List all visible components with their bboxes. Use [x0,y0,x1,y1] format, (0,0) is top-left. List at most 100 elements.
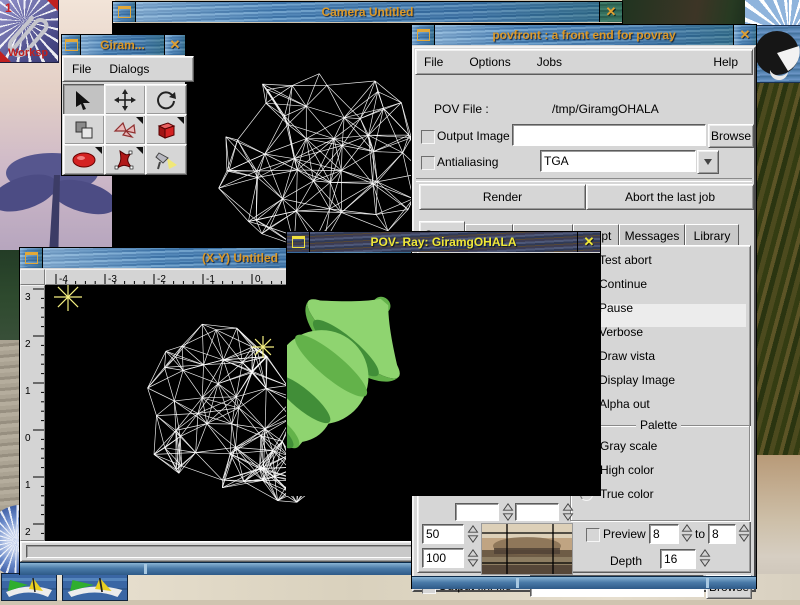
toolbox-close-button[interactable]: ✕ [165,35,185,55]
povfront-close-button[interactable]: ✕ [734,25,756,45]
maximize-icon [25,252,38,264]
toolbox-menubar: File Dialogs [62,56,194,82]
tool-move-button[interactable] [104,84,146,115]
scrollbar-notch [144,564,147,574]
antialiasing-checkbox[interactable] [421,156,435,170]
camera-close-button[interactable]: ✕ [600,2,622,22]
maximize-icon [417,29,430,41]
povray-titlebar[interactable]: POV- Ray: GiramgOHALA ✕ [287,232,600,252]
box-icon [154,119,178,141]
background-cliff-top [622,0,756,26]
povray-window-title: POV- Ray: GiramgOHALA [310,232,577,252]
spin-buttons[interactable] [561,502,575,522]
size-width-input[interactable] [455,503,499,521]
spin-buttons[interactable] [737,523,751,543]
menu-jobs[interactable]: Jobs [537,55,562,69]
xy-vertical-ruler: 321012 [20,285,45,541]
spin-buttons[interactable] [680,523,694,543]
workspace-number: 1 [5,1,12,15]
output-image-checkbox[interactable] [421,130,435,144]
maximize-icon [65,39,78,51]
preview-checkbox[interactable] [586,528,600,542]
povfront-menubar: File Options Jobs Help [415,49,753,75]
desktop: { "glyphs": { "close": "✕" }, "colors": … [0,0,800,600]
spin-buttons[interactable] [466,524,480,544]
tool-faces-button[interactable] [104,114,146,145]
tool-light-button[interactable] [145,144,187,175]
giram-toolbox-window: Giram... ✕ File Dialogs [62,35,185,175]
dock-sphere-button[interactable] [752,26,800,82]
preview-to-input[interactable] [708,524,736,544]
rendered-lathe-object [287,253,600,495]
format-combo-arrow-button[interactable] [697,150,719,174]
spin-buttons[interactable] [501,502,515,522]
povray-close-button[interactable]: ✕ [578,232,600,252]
sphere-icon [71,149,97,171]
povfront-titlebar[interactable]: povfront : a front end for povray ✕ [412,25,756,45]
toolbox-title: Giram... [81,35,164,55]
tool-sphere-button[interactable] [63,144,105,175]
render-preview-thumbnail[interactable] [481,523,573,575]
tool-rotate-button[interactable] [145,84,187,115]
xy-bottom-scrollbar[interactable] [20,562,460,575]
preview-from-input[interactable] [649,524,679,544]
scale-icon [72,119,96,141]
workspace-pager[interactable]: 1 Worksp [0,0,58,62]
region-start-input[interactable] [422,524,464,544]
size-height-input[interactable] [515,503,559,521]
tool-select-button[interactable] [63,84,105,115]
dock-sailboat-button-1[interactable] [2,574,56,600]
sailboat-icon [63,574,127,600]
depth-input[interactable] [660,549,696,569]
menu-file[interactable]: File [424,55,443,69]
svg-text:0: 0 [255,274,261,285]
povray-maximize-button[interactable] [287,232,309,252]
move-icon [113,89,137,111]
povfront-maximize-button[interactable] [412,25,434,45]
toolbox-titlebar[interactable]: Giram... ✕ [62,35,185,55]
antialiasing-label: Antialiasing [437,155,498,169]
crop-grid-lines [482,524,572,574]
region-end-input[interactable] [422,548,464,568]
tool-box-button[interactable] [145,114,187,145]
close-icon: ✕ [606,4,617,20]
preview-to-word: to [695,527,705,541]
svg-text:2: 2 [25,527,31,538]
menu-file[interactable]: File [72,62,91,76]
povfront-bottom-scrollbar[interactable] [412,576,756,589]
abort-button[interactable]: Abort the last job [586,184,754,210]
tab-library[interactable]: Library [685,224,739,247]
menu-help[interactable]: Help [713,55,738,69]
workspace-label: Worksp [8,47,48,59]
output-image-input[interactable] [512,124,706,146]
dock-sailboat-button-2[interactable] [63,574,127,600]
pager-corner-arrow-tr [47,0,58,11]
close-icon: ✕ [170,37,181,53]
sailboat-icon [2,574,56,600]
camera-maximize-button[interactable] [113,2,135,22]
output-image-browse-button[interactable]: Browse [708,124,754,148]
menu-options[interactable]: Options [469,55,510,69]
scrollbar-notch [516,578,519,588]
xy-maximize-button[interactable] [20,248,42,268]
render-button[interactable]: Render [419,184,586,210]
chevron-down-icon [703,158,713,166]
menu-dialogs[interactable]: Dialogs [109,62,149,76]
tab-messages[interactable]: Messages [619,224,685,247]
povray-render-canvas [287,253,600,495]
select-arrow-icon [72,89,96,111]
povray-render-window: POV- Ray: GiramgOHALA ✕ [287,232,600,495]
output-image-label: Output Image [437,129,510,143]
spin-buttons[interactable] [466,548,480,568]
tool-lathe-button[interactable] [104,144,146,175]
maximize-icon [118,6,131,18]
tool-scale-button[interactable] [63,114,105,145]
pov-file-value: /tmp/GiramgOHALA [552,102,659,116]
toolbox-maximize-button[interactable] [62,35,80,55]
svg-text:1: 1 [25,386,31,397]
spin-buttons[interactable] [698,548,712,568]
format-combo-input[interactable] [540,150,696,172]
camera-titlebar[interactable]: Camera Untitled ✕ [113,2,622,22]
svg-text:-1: -1 [206,274,215,285]
preview-label: Preview [603,527,646,541]
